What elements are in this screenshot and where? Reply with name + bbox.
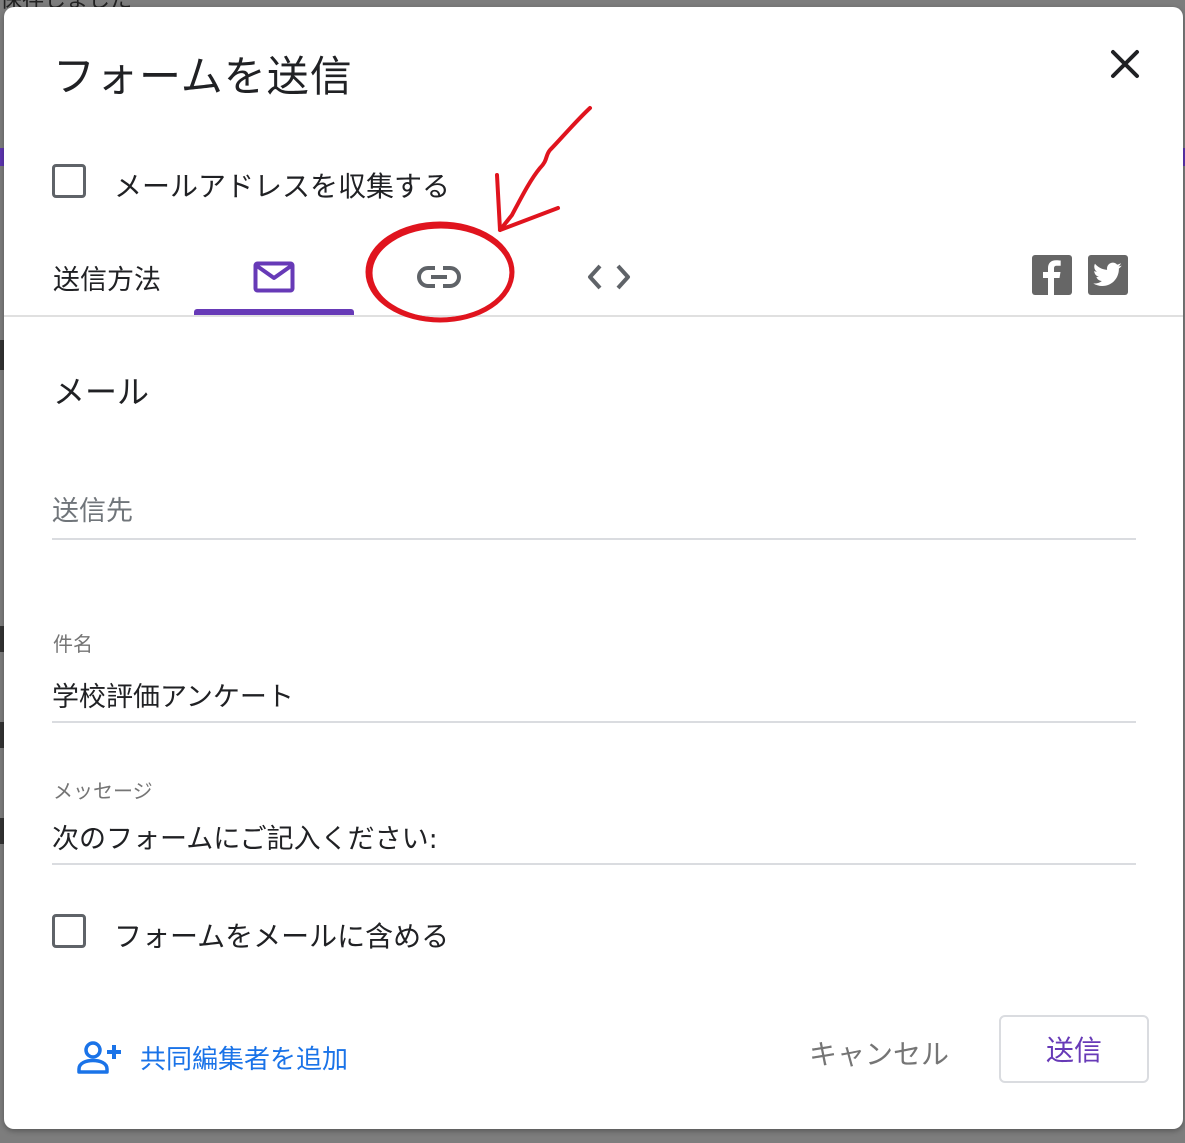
subject-label: 件名 xyxy=(53,632,93,656)
subject-input[interactable] xyxy=(52,674,1136,714)
dialog-title: フォームを送信 xyxy=(53,52,353,101)
twitter-icon xyxy=(1093,262,1122,286)
cancel-button[interactable]: キャンセル xyxy=(794,1025,964,1081)
message-label: メッセージ xyxy=(53,779,153,803)
tab-embed-html[interactable] xyxy=(534,235,684,319)
close-icon xyxy=(1111,50,1139,78)
link-icon xyxy=(417,266,461,288)
send-via-label: 送信方法 xyxy=(53,265,161,296)
collect-email-checkbox[interactable] xyxy=(52,164,86,198)
mail-icon xyxy=(253,261,295,293)
add-collaborators-label: 共同編集者を追加 xyxy=(140,1044,349,1075)
send-button[interactable]: 送信 xyxy=(999,1015,1149,1083)
message-input[interactable] xyxy=(52,816,1136,856)
add-collaborators-button[interactable]: 共同編集者を追加 xyxy=(76,1037,348,1077)
share-twitter-button[interactable] xyxy=(1088,255,1128,295)
include-form-checkbox[interactable] xyxy=(52,914,86,948)
include-form-label: フォームをメールに含める xyxy=(114,920,450,953)
tabs-divider xyxy=(4,315,1183,317)
recipient-input[interactable] xyxy=(52,491,1136,531)
share-facebook-button[interactable] xyxy=(1032,255,1072,295)
person-add-icon xyxy=(77,1041,121,1074)
close-button[interactable] xyxy=(1108,47,1142,81)
recipient-underline xyxy=(52,538,1136,540)
send-form-dialog: フォームを送信 メールアドレスを収集する 送信方法 メール 送信先 件名 学校評… xyxy=(4,7,1183,1129)
facebook-icon xyxy=(1043,260,1061,295)
email-section-title: メール xyxy=(53,373,150,411)
collect-email-label: メールアドレスを収集する xyxy=(114,170,451,203)
tab-email[interactable] xyxy=(194,235,354,319)
embed-code-icon xyxy=(588,264,630,290)
message-underline xyxy=(52,863,1136,865)
subject-underline xyxy=(52,721,1136,723)
tab-link[interactable] xyxy=(364,235,514,319)
